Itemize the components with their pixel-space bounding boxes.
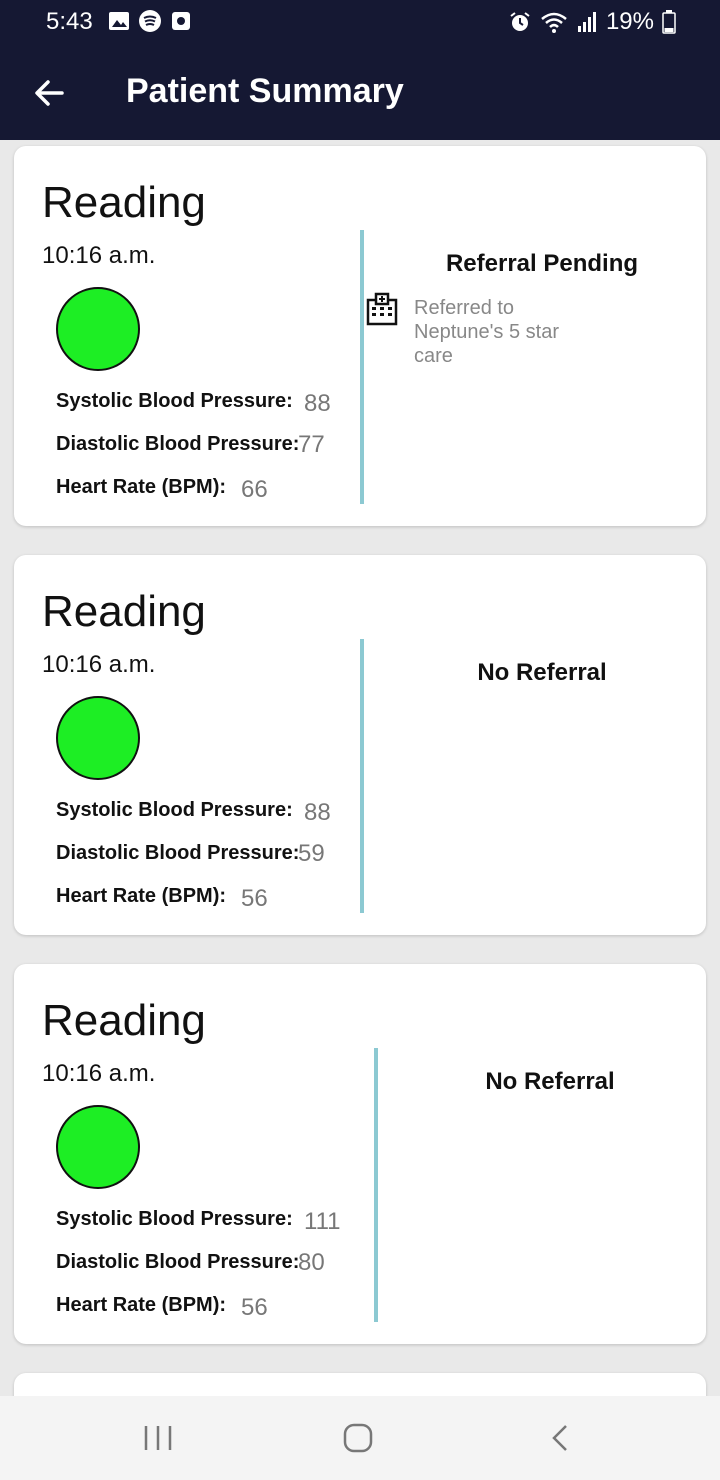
systolic-value: 111 bbox=[304, 1208, 341, 1235]
home-button[interactable] bbox=[338, 1418, 378, 1458]
reading-time: 10:16 a.m. bbox=[42, 242, 156, 269]
heart-rate-value: 66 bbox=[241, 476, 268, 503]
heart-rate-value: 56 bbox=[241, 885, 268, 912]
systolic-label: Systolic Blood Pressure: bbox=[56, 1208, 293, 1230]
status-bar: 5:43 19% bbox=[0, 0, 720, 44]
battery-icon bbox=[662, 10, 676, 34]
reading-card[interactable]: Reading 10:16 a.m. Systolic Blood Pressu… bbox=[14, 964, 706, 1344]
referral-status: No Referral bbox=[485, 1068, 615, 1095]
app-bar: Patient Summary bbox=[0, 44, 720, 140]
reading-heading: Reading bbox=[42, 996, 206, 1045]
systolic-value: 88 bbox=[304, 799, 331, 826]
reading-heading: Reading bbox=[42, 587, 206, 636]
nav-back-button[interactable] bbox=[540, 1418, 580, 1458]
reading-card[interactable]: Reading 10:16 a.m. Systolic Blood Pressu… bbox=[14, 146, 706, 526]
notification-icons bbox=[108, 9, 192, 33]
traffic-light-indicator bbox=[56, 287, 140, 371]
card-divider bbox=[374, 1048, 378, 1322]
system-nav-bar bbox=[0, 1396, 720, 1480]
battery-percent: 19% bbox=[605, 8, 654, 35]
spotify-icon bbox=[139, 10, 161, 32]
back-button[interactable] bbox=[28, 72, 70, 114]
systolic-label: Systolic Blood Pressure: bbox=[56, 390, 293, 412]
heart-rate-value: 56 bbox=[241, 1294, 268, 1321]
diastolic-label: Diastolic Blood Pressure: bbox=[56, 433, 300, 455]
image-icon bbox=[109, 12, 129, 30]
recents-button[interactable] bbox=[138, 1418, 178, 1458]
diastolic-value: 80 bbox=[298, 1249, 325, 1276]
reading-time: 10:16 a.m. bbox=[42, 651, 156, 678]
card-divider bbox=[360, 230, 364, 504]
signal-icon bbox=[577, 12, 596, 32]
referral-detail: Referred to Neptune's 5 star care bbox=[414, 297, 560, 367]
hospital-icon bbox=[366, 292, 398, 326]
traffic-light-indicator bbox=[56, 1105, 140, 1189]
diastolic-value: 59 bbox=[298, 840, 325, 867]
systolic-label: Systolic Blood Pressure: bbox=[56, 799, 293, 821]
referral-status: No Referral bbox=[477, 659, 607, 686]
diastolic-label: Diastolic Blood Pressure: bbox=[56, 1251, 300, 1273]
home-icon bbox=[343, 1423, 373, 1453]
page-title: Patient Summary bbox=[126, 72, 404, 110]
reading-heading: Reading bbox=[42, 178, 206, 227]
diastolic-value: 77 bbox=[298, 431, 325, 458]
card-divider bbox=[360, 639, 364, 913]
heart-rate-label: Heart Rate (BPM): bbox=[56, 1294, 227, 1316]
status-time: 5:43 bbox=[46, 8, 93, 35]
reading-time: 10:16 a.m. bbox=[42, 1060, 156, 1087]
alarm-icon bbox=[510, 12, 530, 31]
camera-app-icon bbox=[172, 12, 190, 30]
wifi-icon bbox=[541, 12, 567, 33]
arrow-left-icon bbox=[35, 80, 64, 106]
reading-card[interactable]: Reading 10:16 a.m. Systolic Blood Pressu… bbox=[14, 555, 706, 935]
recents-icon bbox=[144, 1426, 172, 1450]
heart-rate-label: Heart Rate (BPM): bbox=[56, 476, 227, 498]
status-right: 19% bbox=[508, 8, 676, 36]
referral-status: Referral Pending bbox=[445, 250, 639, 277]
chevron-left-icon bbox=[552, 1425, 567, 1451]
heart-rate-label: Heart Rate (BPM): bbox=[56, 885, 227, 907]
traffic-light-indicator bbox=[56, 696, 140, 780]
systolic-value: 88 bbox=[304, 390, 331, 417]
diastolic-label: Diastolic Blood Pressure: bbox=[56, 842, 300, 864]
